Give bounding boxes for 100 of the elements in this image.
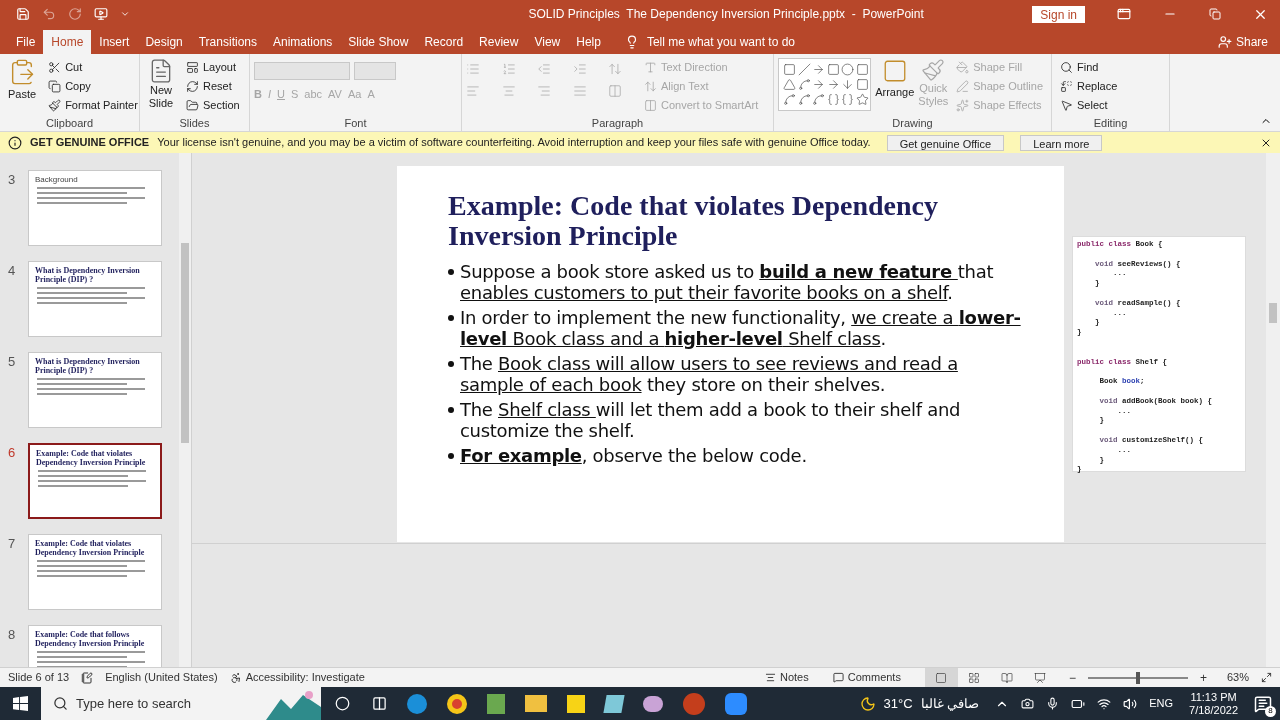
ribbon-tab[interactable]: Review: [471, 30, 527, 54]
ribbon-tab[interactable]: View: [526, 30, 569, 54]
ribbon-tab[interactable]: Record: [416, 30, 472, 54]
browser-icon[interactable]: [447, 693, 467, 714]
paste-button[interactable]: Paste: [4, 58, 41, 103]
comments-button[interactable]: Comments: [832, 669, 901, 686]
thumbnail-title: Example: Code that violates Dependency Inversion Principle: [36, 449, 147, 467]
brush-icon: [921, 58, 946, 82]
notes-button[interactable]: Notes: [765, 669, 809, 686]
accessibility-icon: [229, 671, 242, 684]
slide-number: 4: [8, 262, 17, 280]
language-status[interactable]: English (United States): [105, 669, 218, 686]
group-label: Editing: [1092, 116, 1129, 131]
paintbrush-icon: [48, 99, 62, 112]
font-name-field[interactable]: [254, 62, 350, 80]
notification-badge: 8: [1265, 705, 1276, 717]
share-button[interactable]: Share: [1217, 30, 1268, 54]
slide-thumbnail[interactable]: Example: Code that violates Dependency Inversion Principle: [28, 534, 162, 610]
ribbon-tab[interactable]: File: [8, 30, 44, 54]
ribbon-display-icon[interactable]: [1117, 7, 1131, 21]
ribbon-button[interactable]: Format Painter: [44, 96, 142, 115]
paint-bucket-icon: [956, 61, 970, 74]
arrange-button[interactable]: Arrange: [875, 58, 915, 101]
ribbon-button[interactable]: Reset: [182, 77, 244, 96]
slide-thumbnail[interactable]: What is Dependency Inversion Principle (DIP) ?: [28, 352, 162, 428]
weather-text: صافي غالبا: [920, 694, 980, 713]
zoom-slider[interactable]: [1087, 671, 1188, 684]
tell-me-field[interactable]: Tell me what you want to do: [646, 33, 795, 51]
message-button[interactable]: Get genuine Office: [886, 134, 1005, 151]
slide-number: 7: [8, 535, 17, 553]
shape-icon: [826, 63, 840, 76]
slide-title: Example: Code that violates Dependency Inversion Principle: [448, 191, 939, 251]
sign-in-button[interactable]: Sign in: [1032, 5, 1085, 23]
search-field[interactable]: Type here to search: [41, 687, 321, 720]
ribbon-tab[interactable]: Design: [137, 30, 191, 54]
comment-icon: [832, 672, 844, 683]
ribbon-button[interactable]: Copy: [44, 77, 142, 96]
ribbon-button[interactable]: Cut: [44, 58, 142, 77]
scissors-icon: [48, 61, 62, 74]
presentation-icon[interactable]: [94, 7, 108, 21]
smartart-icon: [644, 99, 657, 112]
zoom-in-button[interactable]: +: [1199, 668, 1207, 687]
save-icon[interactable]: [16, 7, 30, 21]
copy-icon: [48, 80, 62, 93]
shape-icon: [797, 93, 811, 106]
ribbon-button[interactable]: Section: [182, 96, 244, 115]
info-icon: [8, 135, 22, 150]
view-button[interactable]: [924, 668, 958, 687]
grid-icon: [968, 671, 981, 684]
ribbon-tab[interactable]: Help: [568, 30, 609, 54]
spelling-icon[interactable]: [81, 671, 94, 684]
notes-icon: [765, 672, 776, 683]
reset-icon: [186, 80, 199, 93]
clock[interactable]: 11:13 PM 7/18/2022: [1189, 690, 1238, 717]
window-title: SOLID Principles The Dependency Inversion Principle.pptx - PowerPoint: [527, 6, 925, 23]
thumbnail-title: Background: [35, 175, 79, 184]
slide-thumbnail[interactable]: What is Dependency Inversion Principle (DIP) ?: [28, 261, 162, 337]
new-slide-button[interactable]: New Slide: [144, 58, 178, 110]
font-size-field[interactable]: [354, 62, 396, 80]
volume-icon[interactable]: [1123, 696, 1138, 711]
shape-icon: [812, 63, 826, 76]
microphone-icon[interactable]: [1046, 697, 1060, 710]
windows-logo-icon[interactable]: [13, 696, 28, 711]
browser-icon[interactable]: [407, 693, 427, 714]
ribbon-button[interactable]: Find: [1056, 58, 1122, 77]
group-label: Slides: [178, 116, 211, 131]
ribbon-button[interactable]: Replace: [1056, 77, 1122, 96]
ribbon-button[interactable]: Layout: [182, 58, 244, 77]
task-view-icon[interactable]: [372, 696, 387, 711]
restore-icon[interactable]: [1209, 8, 1221, 20]
note-icon[interactable]: [567, 694, 585, 713]
bullet-icon: [448, 315, 454, 321]
bullet-icon: [448, 407, 454, 413]
ribbon-tab[interactable]: Insert: [91, 30, 138, 54]
ribbon-tab[interactable]: Animations: [265, 30, 341, 54]
bullet-text: Suppose a book store asked us to build a new feature that enables customers to put their favorite books on a shelf.: [460, 261, 995, 303]
zoom-thumb[interactable]: [1135, 671, 1140, 684]
slide-thumbnail[interactable]: Example: Code that violates Dependency Inversion Principle: [28, 443, 162, 519]
ribbon-button[interactable]: Select: [1056, 96, 1122, 115]
ribbon-tab[interactable]: Transitions: [190, 30, 265, 54]
slide-thumbnail[interactable]: Background: [28, 170, 162, 246]
zoom-level: 63%: [1226, 670, 1249, 686]
bullet-icon: [448, 361, 454, 367]
zoom-out-button[interactable]: −: [1068, 668, 1076, 687]
accessibility-status[interactable]: Accessibility: Investigate: [245, 669, 365, 686]
cortana-icon[interactable]: [335, 696, 350, 711]
bullet-text: For example, observe the below code.: [460, 445, 807, 466]
bullet-text: The Book class will allow users to see reviews and read a sample of each book they store on their shelves.: [460, 353, 959, 395]
camera-icon[interactable]: [1021, 697, 1035, 710]
ribbon-tab[interactable]: Slide Show: [340, 30, 417, 54]
slide-counter: Slide 6 of 13: [8, 670, 70, 686]
wifi-icon[interactable]: [1097, 696, 1112, 711]
slide-thumbnail[interactable]: Example: Code that follows Dependency Inversion Principle: [28, 625, 162, 667]
input-language[interactable]: ENG: [1149, 695, 1174, 712]
fit-slide-icon[interactable]: [1261, 672, 1272, 683]
ribbon-tab[interactable]: Home: [43, 30, 92, 54]
customize-icon[interactable]: [120, 9, 130, 19]
powerpoint-icon[interactable]: [683, 692, 705, 715]
video-call-icon[interactable]: [725, 692, 747, 715]
message-button[interactable]: Learn more: [1020, 134, 1103, 151]
